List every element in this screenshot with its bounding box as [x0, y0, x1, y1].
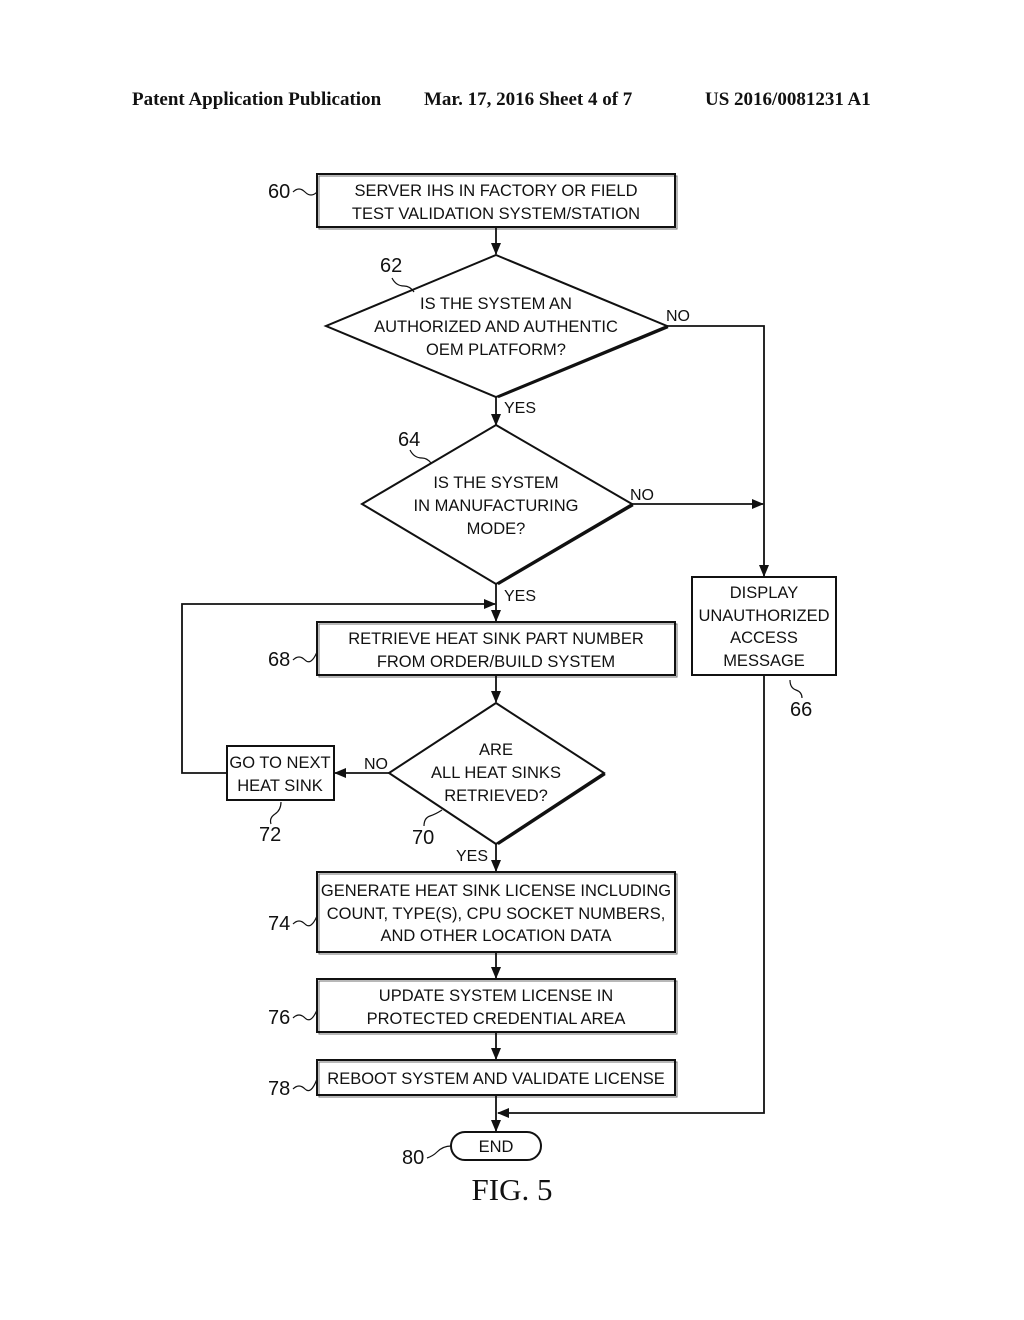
node-64-line-3: MODE? — [467, 520, 526, 538]
ref-80: 80 — [402, 1147, 424, 1169]
node-60-line-2: TEST VALIDATION SYSTEM/STATION — [352, 205, 640, 223]
ref-66-leader — [789, 679, 803, 699]
ref-76-leader — [292, 1009, 318, 1021]
ref-68: 68 — [268, 649, 290, 671]
ref-68-leader — [292, 651, 318, 663]
ref-64: 64 — [398, 429, 420, 451]
node-74-line-3: AND OTHER LOCATION DATA — [380, 927, 611, 945]
node-66-line-4: MESSAGE — [723, 652, 805, 670]
node-76-line-2: PROTECTED CREDENTIAL AREA — [367, 1010, 626, 1028]
edge-64-no-label: NO — [630, 487, 654, 504]
edge-70-no-label: NO — [364, 756, 388, 773]
node-72-line-1: GO TO NEXT — [229, 754, 330, 772]
ref-78: 78 — [268, 1078, 290, 1100]
node-70-line-2: ALL HEAT SINKS — [431, 764, 561, 782]
node-76-update-license: UPDATE SYSTEM LICENSE IN PROTECTED CREDE… — [316, 978, 678, 1035]
node-70-line-1: ARE — [479, 741, 513, 759]
node-78-line-1: REBOOT SYSTEM AND VALIDATE LICENSE — [327, 1070, 664, 1088]
node-70-line-3: RETRIEVED? — [444, 787, 548, 805]
node-74-line-2: COUNT, TYPE(S), CPU SOCKET NUMBERS, — [327, 905, 666, 923]
node-76-line-1: UPDATE SYSTEM LICENSE IN — [379, 987, 613, 1005]
node-80-label: END — [479, 1138, 514, 1156]
node-72-next-heat-sink: GO TO NEXT HEAT SINK — [226, 745, 335, 801]
node-64-line-1: IS THE SYSTEM — [433, 474, 558, 492]
edge-62-no-to-66 — [667, 325, 769, 577]
node-62-line-3: OEM PLATFORM? — [426, 341, 566, 359]
ref-72-leader — [269, 801, 282, 825]
node-68-line-2: FROM ORDER/BUILD SYSTEM — [377, 653, 615, 671]
node-80-end: END — [450, 1131, 542, 1161]
node-64-line-2: IN MANUFACTURING — [414, 497, 579, 515]
ref-72: 72 — [259, 824, 281, 846]
node-62-line-1: IS THE SYSTEM AN — [420, 295, 572, 313]
node-66-line-1: DISPLAY — [730, 584, 798, 602]
node-68-retrieve-part-number: RETRIEVE HEAT SINK PART NUMBER FROM ORDE… — [316, 621, 678, 678]
node-74-generate-license: GENERATE HEAT SINK LICENSE INCLUDING COU… — [316, 871, 678, 955]
edge-64-yes-label: YES — [504, 588, 536, 605]
node-62-line-2: AUTHORIZED AND AUTHENTIC — [374, 318, 618, 336]
edge-62-yes-label: YES — [504, 400, 536, 417]
node-66-unauthorized-message: DISPLAY UNAUTHORIZED ACCESS MESSAGE — [691, 576, 837, 676]
ref-76: 76 — [268, 1007, 290, 1029]
node-60-server-ihs: SERVER IHS IN FACTORY OR FIELD TEST VALI… — [316, 173, 678, 230]
node-62-decision-authorized: IS THE SYSTEM AN AUTHORIZED AND AUTHENTI… — [323, 253, 670, 399]
edge-62-no-label: NO — [666, 308, 690, 325]
ref-66: 66 — [790, 699, 812, 721]
ref-70: 70 — [412, 827, 434, 849]
ref-60-leader — [292, 188, 318, 196]
ref-74: 74 — [268, 913, 290, 935]
figure-label: FIG. 5 — [471, 1172, 553, 1207]
node-66-line-2: UNAUTHORIZED — [698, 607, 829, 625]
node-68-line-1: RETRIEVE HEAT SINK PART NUMBER — [348, 630, 644, 648]
node-78-reboot-validate: REBOOT SYSTEM AND VALIDATE LICENSE — [316, 1059, 678, 1098]
ref-62: 62 — [380, 255, 402, 277]
node-60-line-1: SERVER IHS IN FACTORY OR FIELD — [354, 182, 637, 200]
flowchart: SERVER IHS IN FACTORY OR FIELD TEST VALI… — [181, 173, 837, 1169]
ref-70-leader — [423, 809, 443, 827]
node-66-line-3: ACCESS — [730, 629, 798, 647]
node-74-line-1: GENERATE HEAT SINK LICENSE INCLUDING — [321, 882, 671, 900]
ref-80-leader — [426, 1145, 452, 1159]
ref-60: 60 — [268, 181, 290, 203]
ref-78-leader — [292, 1078, 318, 1092]
ref-64-leader — [409, 449, 432, 464]
node-70-decision-all-retrieved: ARE ALL HEAT SINKS RETRIEVED? — [387, 701, 606, 846]
edge-70-yes-label: YES — [456, 848, 488, 865]
node-72-line-2: HEAT SINK — [237, 777, 323, 795]
ref-74-leader — [292, 915, 318, 927]
